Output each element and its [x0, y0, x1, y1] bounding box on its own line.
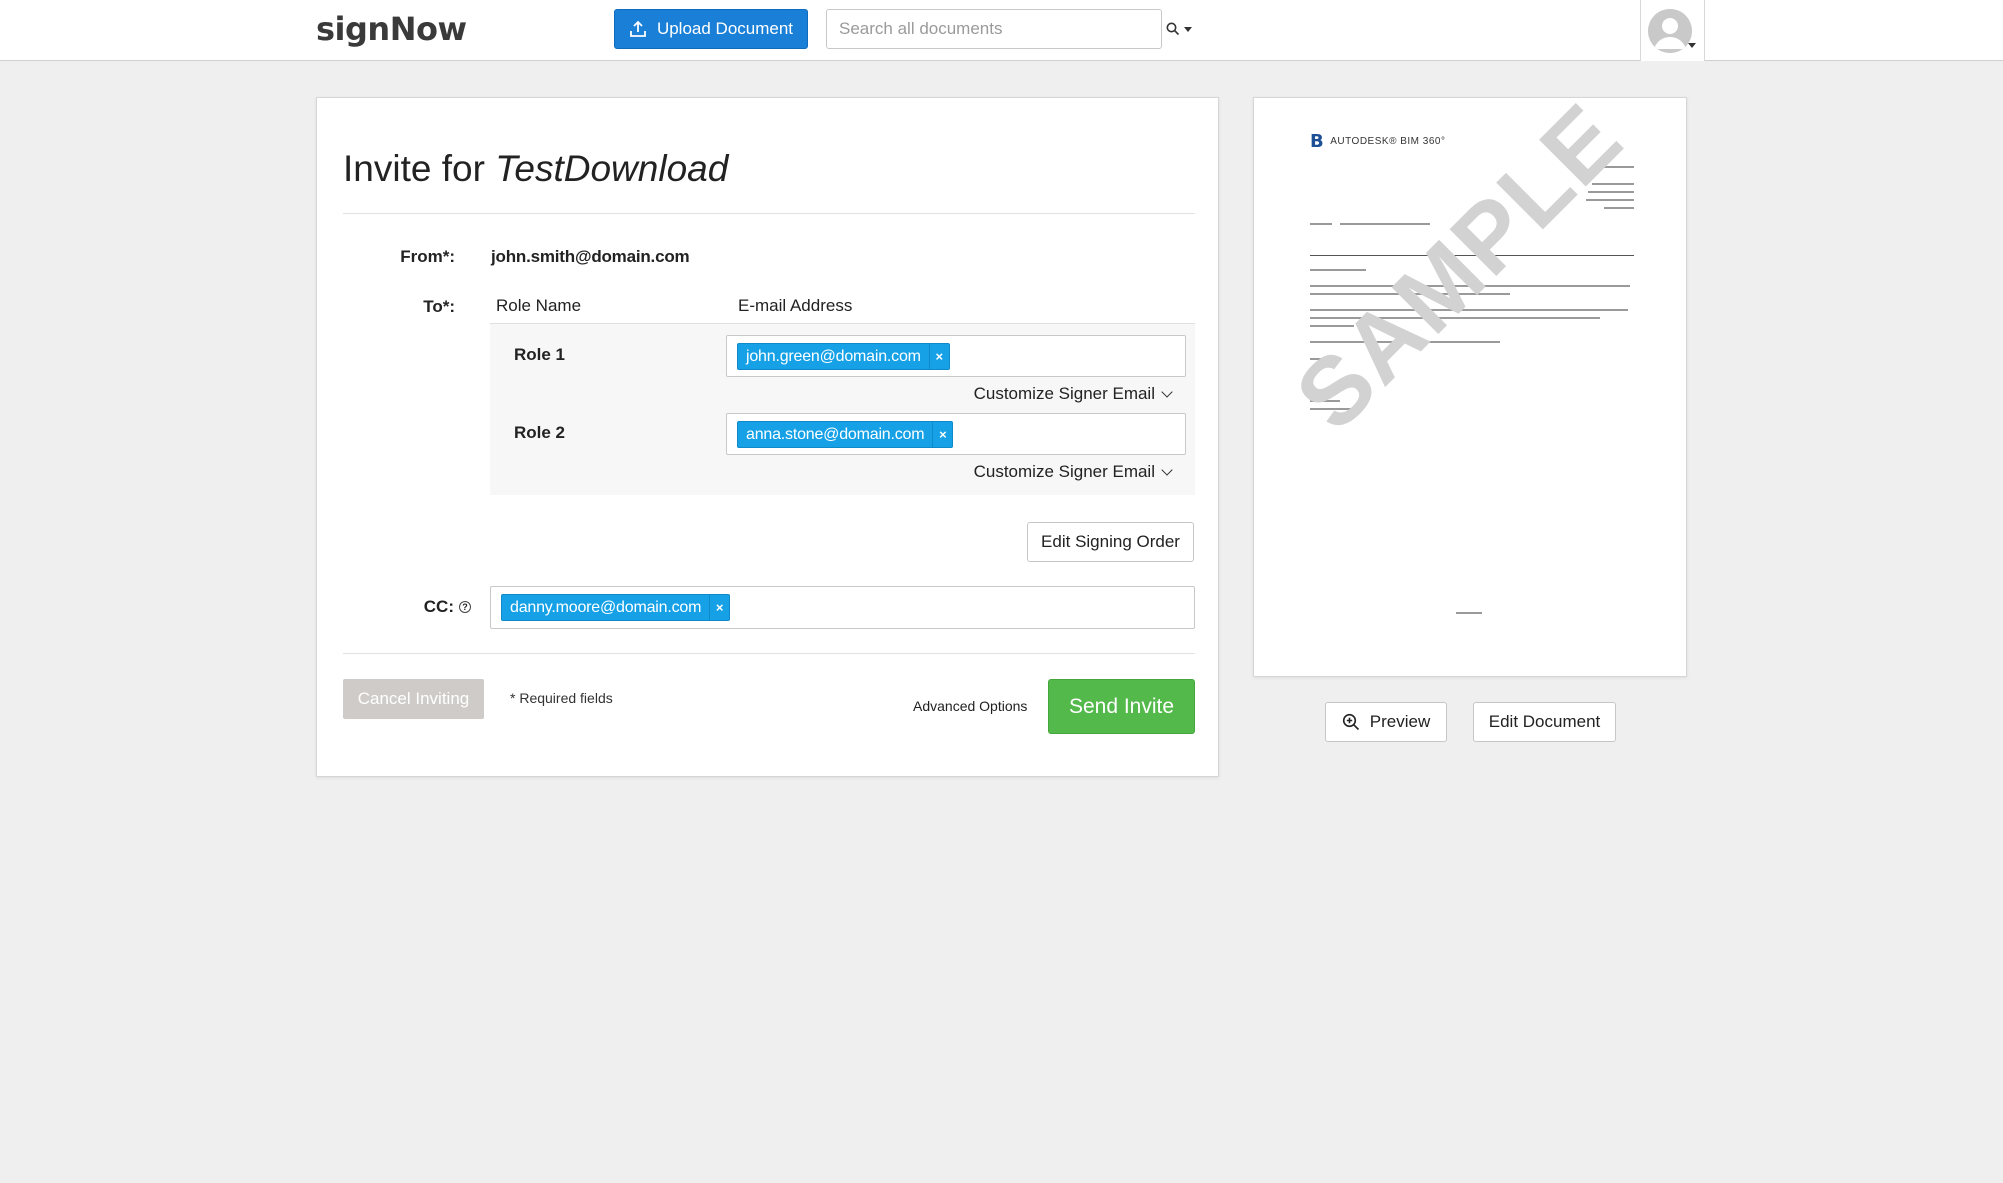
search-documents-input[interactable]	[826, 9, 1162, 49]
signer-email-text: john.green@domain.com	[746, 348, 921, 365]
customize-signer-email-label: Customize Signer Email	[973, 462, 1155, 481]
document-thumbnail: B AUTODESK® BIM 360° SAMPLE	[1253, 97, 1687, 677]
caret-down-icon	[1184, 26, 1192, 32]
role-1-email-field[interactable]: john.green@domain.com ×	[726, 335, 1186, 377]
document-brand: B AUTODESK® BIM 360°	[1310, 131, 1445, 152]
signnow-logo[interactable]: signNow	[316, 10, 467, 48]
customize-signer-email-toggle[interactable]: Customize Signer Email	[973, 384, 1173, 404]
from-email: john.smith@domain.com	[491, 247, 690, 266]
advanced-options-link[interactable]: Advanced Options	[913, 698, 1027, 714]
search-options-dropdown[interactable]	[1166, 18, 1200, 40]
edit-signing-order-button[interactable]: Edit Signing Order	[1027, 522, 1194, 562]
role-1-name: Role 1	[514, 345, 566, 364]
footer-divider	[343, 653, 1195, 654]
top-navigation-bar: signNow Upload Document	[0, 0, 2003, 61]
search-icon	[1166, 22, 1180, 36]
signer-roles-list: Role 1 john.green@domain.com × Customize…	[490, 323, 1195, 495]
cc-email-tag: danny.moore@domain.com ×	[501, 594, 731, 621]
email-address-column-header: E-mail Address	[738, 296, 853, 315]
title-divider	[343, 213, 1195, 214]
upload-icon	[630, 20, 646, 37]
document-text-line	[1604, 207, 1634, 209]
document-brand-name: AUTODESK® BIM 360°	[1330, 136, 1446, 147]
cc-email-field[interactable]: danny.moore@domain.com ×	[490, 586, 1195, 629]
remove-tag-icon[interactable]: ×	[928, 344, 949, 369]
document-text-line	[1310, 269, 1366, 271]
document-text-line	[1456, 612, 1482, 614]
signer-email-tag: john.green@domain.com ×	[737, 343, 950, 370]
user-menu[interactable]	[1640, 0, 1705, 61]
zoom-in-icon	[1342, 713, 1359, 731]
upload-document-label: Upload Document	[656, 19, 794, 38]
invite-panel: Invite for TestDownload From*: john.smit…	[316, 97, 1219, 777]
signer-email-tag: anna.stone@domain.com ×	[737, 421, 954, 448]
document-text-line	[1340, 223, 1430, 225]
help-icon[interactable]: ?	[459, 601, 471, 613]
remove-tag-icon[interactable]: ×	[932, 422, 952, 447]
from-label: From*:	[400, 247, 455, 266]
user-avatar-icon	[1648, 9, 1692, 53]
chevron-down-icon	[1161, 463, 1173, 476]
title-prefix: Invite for	[343, 148, 496, 189]
required-fields-note: * Required fields	[510, 690, 613, 706]
signer-email-text: anna.stone@domain.com	[746, 426, 925, 443]
role-name-column-header: Role Name	[496, 296, 582, 315]
chevron-down-icon	[1161, 385, 1173, 398]
to-label: To*:	[423, 297, 455, 316]
role-2-email-field[interactable]: anna.stone@domain.com ×	[726, 413, 1186, 455]
preview-label: Preview	[1369, 712, 1431, 731]
caret-down-icon	[1688, 43, 1696, 48]
customize-signer-email-toggle[interactable]: Customize Signer Email	[973, 462, 1173, 482]
cc-label: CC:	[423, 597, 454, 616]
remove-tag-icon[interactable]: ×	[709, 595, 729, 620]
autodesk-logo-icon: B	[1310, 131, 1325, 152]
cc-email-text: danny.moore@domain.com	[510, 599, 702, 616]
cancel-inviting-button[interactable]: Cancel Inviting	[343, 679, 484, 719]
edit-document-button[interactable]: Edit Document	[1473, 702, 1616, 742]
document-text-line	[1310, 223, 1332, 225]
document-name: TestDownload	[495, 148, 729, 189]
preview-button[interactable]: Preview	[1325, 702, 1447, 742]
page-title: Invite for TestDownload	[343, 148, 728, 190]
upload-document-button[interactable]: Upload Document	[614, 9, 808, 49]
cc-label-group: CC:?	[343, 597, 471, 617]
customize-signer-email-label: Customize Signer Email	[973, 384, 1155, 403]
role-2-name: Role 2	[514, 423, 566, 442]
send-invite-button[interactable]: Send Invite	[1048, 679, 1195, 734]
